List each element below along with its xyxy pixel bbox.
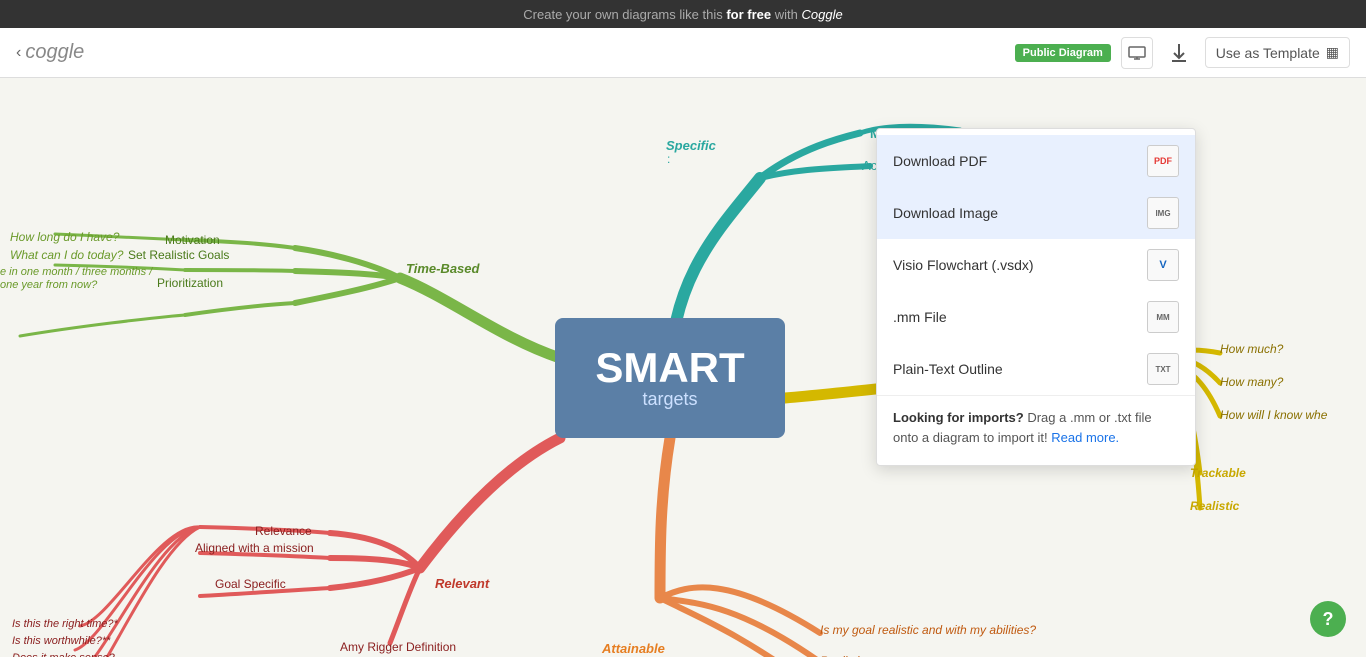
import-link[interactable]: Read more. [1051, 430, 1119, 445]
center-subtitle: targets [642, 389, 697, 410]
back-button[interactable]: ‹ coggle [16, 41, 84, 64]
mm-file-label: .mm File [893, 309, 947, 325]
header-right: Public Diagram Use as Template ▦ [1015, 37, 1350, 69]
pdf-icon: PDF [1147, 145, 1179, 177]
use-template-label: Use as Template [1216, 45, 1320, 61]
how-will-i-know-label: How will I know whe [1220, 408, 1327, 422]
relevance-label: Relevance [255, 524, 312, 538]
is-goal-realistic-label: Is my goal realistic and with my abiliti… [820, 623, 1036, 637]
how-many-label: How many? [1220, 375, 1283, 389]
realistic-yellow-label: Realistic [1190, 499, 1239, 513]
banner-text-after: with [775, 7, 802, 22]
in-one-month-label: e in one month / three months / one year… [0, 266, 170, 292]
relevant-label: Relevant [435, 576, 489, 591]
how-much-label: How much? [1220, 342, 1283, 356]
does-make-sense-label: Does it make sense? [12, 652, 115, 657]
download-arrow-button[interactable] [1163, 37, 1195, 69]
what-can-i-do-label: What can I do today? [10, 248, 123, 262]
is-right-time-label: Is this the right time?* [12, 618, 118, 630]
set-realistic-goals-label: Set Realistic Goals [128, 248, 229, 262]
import-bold: Looking for imports? [893, 410, 1024, 425]
plain-text-label: Plain-Text Outline [893, 361, 1003, 377]
mm-file-item[interactable]: .mm File MM [877, 291, 1195, 343]
trackable-label: Trackable [1190, 466, 1246, 480]
mm-icon: MM [1147, 301, 1179, 333]
help-button[interactable]: ? [1310, 601, 1346, 637]
visio-flowchart-item[interactable]: Visio Flowchart (.vsdx) V [877, 239, 1195, 291]
center-title: SMART [595, 347, 744, 389]
amy-rigger-label: Amy Rigger Definition [340, 640, 456, 654]
use-template-button[interactable]: Use as Template ▦ [1205, 37, 1350, 68]
import-info: Looking for imports? Drag a .mm or .txt … [877, 395, 1195, 459]
download-image-item[interactable]: Download Image IMG [877, 187, 1195, 239]
goal-specific-label: Goal Specific [215, 577, 286, 591]
visio-icon: V [1147, 249, 1179, 281]
logo-text: coggle [25, 41, 84, 64]
center-box: SMART targets [555, 318, 785, 438]
public-diagram-badge: Public Diagram [1015, 44, 1111, 62]
top-banner: Create your own diagrams like this for f… [0, 0, 1366, 28]
banner-text-before: Create your own diagrams like this [523, 7, 726, 22]
motivation-label: Motivation [165, 233, 220, 247]
header: ‹ coggle Public Diagram Use as Template … [0, 28, 1366, 78]
time-based-label: Time-Based [406, 261, 479, 276]
visio-label: Visio Flowchart (.vsdx) [893, 257, 1034, 273]
banner-brand: Coggle [801, 7, 842, 22]
plain-text-item[interactable]: Plain-Text Outline TXT [877, 343, 1195, 395]
banner-text-bold: for free [726, 7, 771, 22]
download-image-label: Download Image [893, 205, 998, 221]
txt-icon: TXT [1147, 353, 1179, 385]
back-arrow-icon: ‹ [16, 44, 21, 62]
canvas: SMART targets Specific : Make Goals Spec… [0, 78, 1366, 657]
dropdown-menu: Download PDF PDF Download Image IMG Visi… [876, 128, 1196, 466]
template-icon: ▦ [1326, 44, 1339, 61]
download-pdf-label: Download PDF [893, 153, 987, 169]
monitor-icon-button[interactable] [1121, 37, 1153, 69]
is-worthwhile-label: Is this worthwhile?** [12, 635, 110, 647]
specific-colon: : [667, 152, 670, 166]
img-icon: IMG [1147, 197, 1179, 229]
download-pdf-item[interactable]: Download PDF PDF [877, 135, 1195, 187]
specific-label: Specific [666, 138, 716, 153]
attainable-label: Attainable [602, 641, 665, 656]
aligned-label: Aligned with a mission [195, 541, 314, 555]
how-long-label: How long do I have? [10, 230, 119, 244]
